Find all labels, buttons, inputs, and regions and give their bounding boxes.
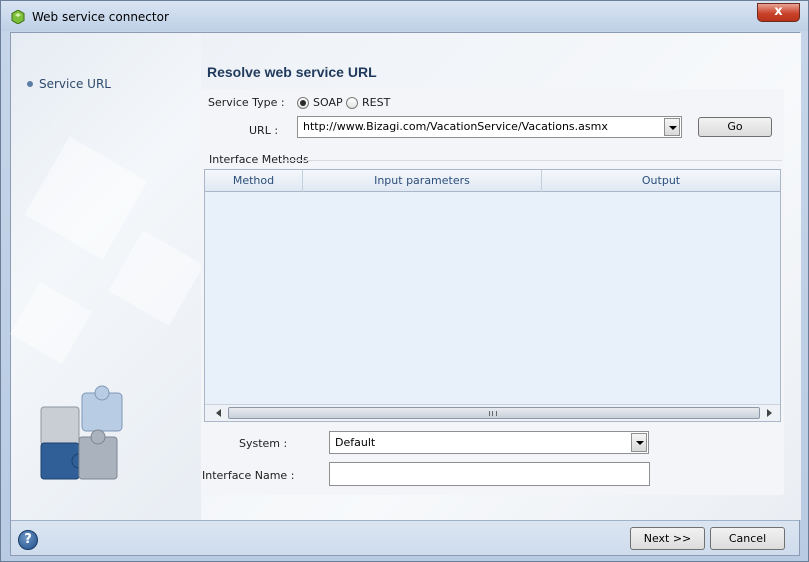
scrollbar-thumb[interactable] (228, 407, 760, 419)
rest-radio-label[interactable]: REST (362, 96, 390, 109)
url-combobox[interactable]: http://www.Bizagi.com/VacationService/Va… (297, 116, 682, 138)
next-button-label: Next >> (643, 532, 692, 545)
interface-methods-grid[interactable]: Method Input parameters Output (204, 169, 781, 422)
dropdown-arrow-icon[interactable] (631, 433, 647, 452)
cancel-button[interactable]: Cancel (710, 527, 785, 550)
scroll-right-icon[interactable] (767, 409, 772, 417)
next-button[interactable]: Next >> (630, 527, 705, 550)
cancel-button-label: Cancel (728, 532, 767, 545)
system-value[interactable]: Default (335, 436, 375, 449)
dialog-footer: ? Next >> Cancel (11, 520, 799, 555)
background-decoration (108, 230, 204, 326)
close-button[interactable]: x (757, 3, 800, 22)
close-icon: x (774, 4, 783, 19)
horizontal-scrollbar[interactable] (205, 404, 780, 421)
main-panel: Resolve web service URL Service Type : S… (201, 33, 801, 520)
grip-icon (489, 411, 497, 416)
background-decoration (24, 136, 148, 260)
rest-radio[interactable] (346, 97, 358, 109)
scroll-left-icon[interactable] (216, 409, 221, 417)
dropdown-arrow-icon[interactable] (664, 118, 680, 136)
url-label: URL : (249, 124, 279, 137)
wizard-steps-panel: Service URL (10, 33, 204, 520)
help-label: ? (24, 532, 32, 547)
system-label: System : (239, 437, 288, 450)
url-value[interactable]: http://www.Bizagi.com/VacationService/Va… (303, 120, 608, 133)
system-combobox[interactable]: Default (329, 431, 649, 454)
dialog-window: Web service connector x Service URL Reso… (0, 0, 809, 562)
dialog-client: Service URL Resolve web service URL Serv… (10, 32, 801, 556)
group-divider (281, 160, 782, 161)
interface-name-input[interactable] (329, 462, 650, 486)
title-bar: Web service connector x (1, 1, 808, 31)
service-type-label: Service Type : (208, 96, 285, 109)
soap-radio[interactable] (297, 97, 309, 109)
grid-header: Method Input parameters Output (205, 170, 780, 192)
bullet-icon (27, 81, 33, 87)
step-label: Service URL (39, 77, 111, 91)
form-container: Service Type : SOAP REST URL : http://ww… (201, 89, 784, 495)
step-service-url[interactable]: Service URL (27, 77, 111, 91)
go-button-label: Go (727, 120, 743, 133)
window-title: Web service connector (32, 10, 169, 24)
column-header-method[interactable]: Method (205, 170, 303, 192)
column-header-input-parameters[interactable]: Input parameters (303, 170, 542, 192)
background-decoration (10, 282, 92, 364)
interface-name-label: Interface Name : (202, 469, 295, 482)
soap-radio-label[interactable]: SOAP (313, 96, 343, 109)
app-icon (11, 10, 25, 24)
help-icon[interactable]: ? (18, 530, 38, 550)
go-button[interactable]: Go (698, 117, 772, 137)
column-header-output[interactable]: Output (542, 170, 780, 192)
puzzle-icon (40, 385, 123, 480)
page-title: Resolve web service URL (207, 64, 377, 80)
